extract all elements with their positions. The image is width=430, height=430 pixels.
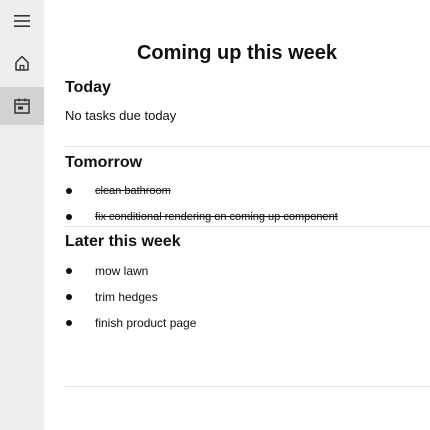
task-item[interactable]: trim hedges (65, 289, 158, 305)
task-label: trim hedges (95, 290, 158, 304)
bullet-icon (66, 188, 72, 194)
section-heading-later: Later this week (65, 233, 181, 250)
task-item[interactable]: fix conditional rendering on coming up c… (65, 209, 338, 225)
task-item[interactable]: clean bathroom (65, 183, 171, 199)
sidebar (0, 0, 44, 430)
section-divider (65, 146, 430, 147)
bullet-icon (66, 214, 72, 220)
task-item[interactable]: mow lawn (65, 263, 148, 279)
nav-calendar[interactable] (0, 87, 44, 125)
page-title: Coming up this week (136, 42, 338, 64)
nav-home[interactable] (0, 44, 44, 82)
bullet-icon (66, 294, 72, 300)
section-today: Today No tasks due today (65, 78, 430, 138)
menu-button[interactable] (0, 2, 44, 40)
bullet-icon (66, 268, 72, 274)
section-heading-tomorrow: Tomorrow (65, 154, 143, 171)
section-divider (65, 226, 430, 227)
section-heading-today: Today (65, 79, 111, 96)
task-label: finish product page (95, 316, 197, 330)
section-later-this-week: Later this week mow lawn trim hedges fin… (65, 232, 430, 372)
calendar-icon (14, 98, 30, 114)
hamburger-menu-icon (14, 15, 30, 27)
no-tasks-message: No tasks due today (65, 108, 177, 123)
task-label: clean bathroom (95, 185, 171, 197)
app-window: Coming up this week Today No tasks due t… (0, 0, 430, 430)
bullet-icon (66, 320, 72, 326)
home-icon (15, 55, 29, 71)
section-tomorrow: Tomorrow clean bathroom fix conditional … (65, 153, 430, 233)
task-label: mow lawn (95, 264, 149, 278)
task-label: fix conditional rendering on coming up c… (95, 211, 338, 223)
task-item[interactable]: finish product page (65, 315, 196, 331)
section-divider (65, 386, 430, 387)
main-content: Coming up this week Today No tasks due t… (44, 0, 430, 430)
